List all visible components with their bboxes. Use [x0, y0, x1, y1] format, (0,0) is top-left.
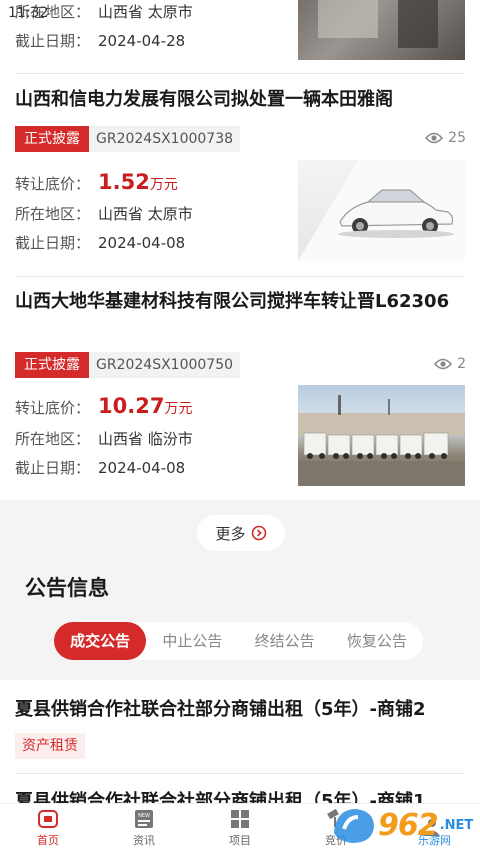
listing-title: 山西大地华基建材科技有限公司搅拌车转让晋L62306 [15, 291, 450, 312]
view-count: 25 [425, 130, 466, 146]
deadline-value: 2024-04-28 [98, 32, 186, 50]
status-time: 11:32 [8, 5, 49, 21]
deadline-label: 截止日期： [15, 234, 91, 252]
project-code: GR2024SX1000750 [89, 352, 241, 378]
tab-label: 项目 [229, 834, 251, 847]
price-unit: 万元 [164, 401, 193, 417]
listing-card[interactable]: 山西和信电力发展有限公司拟处置一辆本田雅阁 正式披露 GR2024SX10007… [0, 88, 480, 276]
disclosure-badge: 正式披露 [15, 352, 89, 378]
divider [15, 773, 465, 774]
listing-title: 山西和信电力发展有限公司拟处置一辆本田雅阁 [15, 89, 393, 110]
price-value: 1.52 [98, 170, 150, 194]
price-row: 转让底价： 10.27万元 [15, 394, 192, 418]
chevron-circle-icon [251, 525, 266, 541]
tab-resumed[interactable]: 恢复公告 [331, 622, 423, 660]
watermark-subtitle: 乐游网 [418, 834, 451, 847]
svg-text:NEW: NEW [138, 813, 150, 819]
deadline-row: 截止日期： 2024-04-08 [15, 232, 185, 253]
price-label: 转让底价： [15, 399, 91, 417]
region-value: 山西省 太原市 [98, 3, 193, 21]
deadline-label: 截止日期： [15, 32, 91, 50]
price-row: 转让底价： 1.52万元 [15, 170, 178, 194]
car-photo [298, 160, 465, 261]
projects-icon [231, 810, 249, 828]
region-value: 山西省 太原市 [98, 205, 193, 223]
tab-label: 资讯 [133, 834, 155, 847]
announcement-tabs: 成交公告 中止公告 终结公告 恢复公告 [54, 622, 423, 660]
tab-label: 首页 [37, 834, 59, 847]
divider [15, 276, 465, 277]
listing-card[interactable]: 山西大地华基建材科技有限公司搅拌车转让晋L62306 正式披露 GR2024SX… [0, 290, 480, 500]
tab-projects[interactable]: 项目 [192, 804, 288, 853]
news-icon: NEW [135, 810, 153, 828]
truck-yard-photo [298, 385, 465, 486]
tab-deal[interactable]: 成交公告 [54, 622, 147, 660]
home-icon [38, 810, 58, 828]
watermark-suffix: .NET [439, 817, 474, 833]
deadline-label: 截止日期： [15, 459, 91, 477]
view-count: 2 [434, 356, 466, 372]
eye-icon [434, 358, 453, 370]
app-screen: 11:32 所在地区： 山西省 太原市 截止日期： 2024-04-28 山西和信电… [0, 0, 480, 853]
more-label: 更多 [215, 524, 246, 543]
tab-home[interactable]: 首页 [0, 804, 96, 853]
region-row: 所在地区： 山西省 临汾市 [15, 428, 193, 449]
listing-photo [298, 0, 465, 60]
category-badge: 资产租赁 [15, 733, 85, 759]
disclosure-badge: 正式披露 [15, 126, 89, 152]
site-watermark: 962 .NET [330, 800, 475, 850]
price-value: 10.27 [98, 394, 165, 418]
tab-suspended[interactable]: 中止公告 [146, 622, 238, 660]
watermark-logo-icon [330, 803, 378, 847]
announcement-title[interactable]: 夏县供销合作社联合社部分商铺出租（5年）-商铺2 [15, 695, 426, 721]
eye-icon [425, 132, 444, 144]
tab-news[interactable]: NEW 资讯 [96, 804, 192, 853]
price-label: 转让底价： [15, 175, 91, 193]
tag-row: 正式披露 GR2024SX1000750 [15, 352, 241, 378]
region-label: 所在地区： [15, 430, 91, 448]
divider [15, 73, 465, 74]
tab-terminated[interactable]: 终结公告 [239, 622, 331, 660]
deadline-value: 2024-04-08 [98, 234, 186, 252]
more-button[interactable]: 更多 [197, 515, 285, 551]
listing-card-partial[interactable]: 所在地区： 山西省 太原市 截止日期： 2024-04-28 [0, 0, 480, 74]
view-count-value: 25 [448, 130, 466, 146]
region-label: 所在地区： [15, 205, 91, 223]
region-row: 所在地区： 山西省 太原市 [15, 203, 193, 224]
deadline-row: 截止日期： 2024-04-28 [15, 30, 185, 51]
deadline-row: 截止日期： 2024-04-08 [15, 457, 185, 478]
announcements-title: 公告信息 [25, 576, 109, 600]
deadline-value: 2024-04-08 [98, 459, 186, 477]
price-unit: 万元 [149, 177, 178, 193]
tag-row: 正式披露 GR2024SX1000738 [15, 126, 241, 152]
view-count-value: 2 [457, 356, 466, 372]
project-code: GR2024SX1000738 [89, 126, 241, 152]
region-value: 山西省 临汾市 [98, 430, 193, 448]
